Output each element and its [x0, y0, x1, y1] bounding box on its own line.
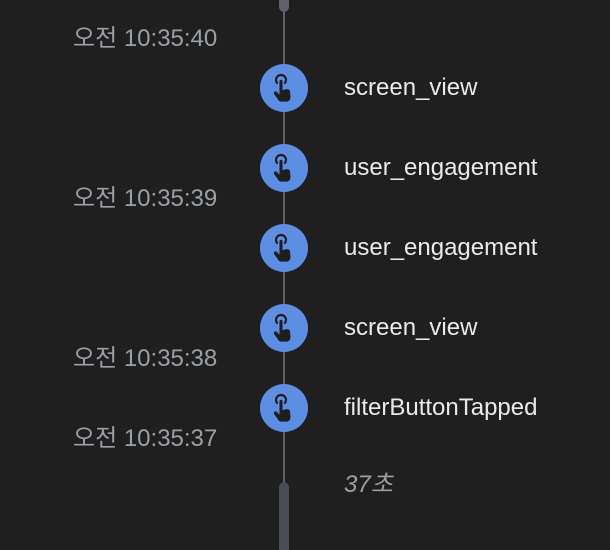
- event-row[interactable]: screen_view: [0, 304, 610, 352]
- timeline-bottom-cap: [279, 482, 289, 550]
- event-name[interactable]: screen_view: [344, 313, 477, 343]
- event-row[interactable]: screen_view: [0, 64, 610, 112]
- event-name[interactable]: filterButtonTapped: [344, 393, 537, 423]
- event-row[interactable]: user_engagement: [0, 144, 610, 192]
- touch-icon[interactable]: [260, 64, 308, 112]
- touch-icon[interactable]: [260, 384, 308, 432]
- event-row[interactable]: filterButtonTapped: [0, 384, 610, 432]
- duration-label: 37초: [344, 471, 393, 498]
- touch-icon[interactable]: [260, 304, 308, 352]
- event-name[interactable]: screen_view: [344, 73, 477, 103]
- touch-icon[interactable]: [260, 144, 308, 192]
- event-name[interactable]: user_engagement: [344, 233, 537, 263]
- event-timeline: 오전 10:35:40 오전 10:35:39 오전 10:35:38 오전 1…: [0, 0, 610, 550]
- event-name[interactable]: user_engagement: [344, 153, 537, 183]
- event-row[interactable]: user_engagement: [0, 224, 610, 272]
- timestamp-1: 오전 10:35:40: [73, 25, 218, 52]
- touch-icon[interactable]: [260, 224, 308, 272]
- timeline-top-cap: [279, 0, 289, 12]
